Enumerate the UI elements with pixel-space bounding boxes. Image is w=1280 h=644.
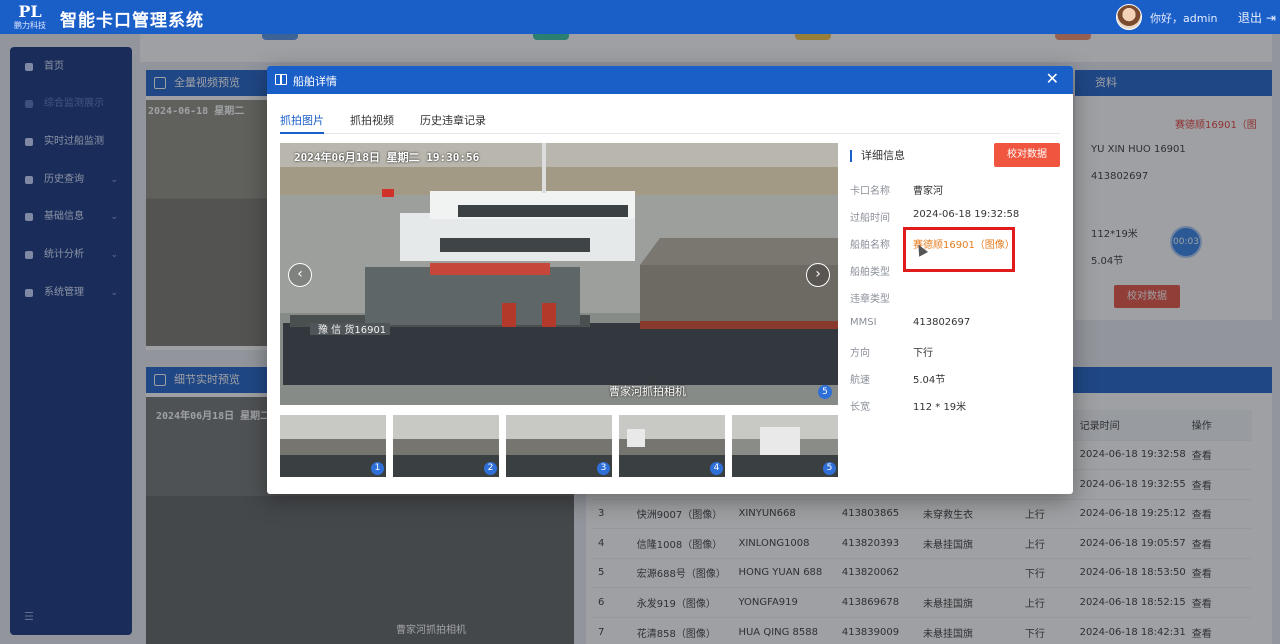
capture-photo[interactable]: 豫 信 货16901 2024年06月18日 星期二 19:30:56 曹家河抓… — [280, 143, 838, 405]
user-greeting: 你好，admin — [1150, 12, 1218, 25]
field-value-pass-time: 2024-06-18 19:32:58 — [913, 209, 1020, 220]
field-value-dimensions: 112 * 19米 — [913, 402, 967, 413]
logout-label: 退出 — [1238, 11, 1263, 25]
thumbnail[interactable]: 5 — [732, 415, 838, 477]
thumbnail-index: 5 — [823, 462, 836, 475]
thumbnail-index: 4 — [710, 462, 723, 475]
field-label-mmsi: MMSI — [850, 317, 877, 328]
thumbnail[interactable]: 3 — [506, 415, 612, 477]
thumbnail[interactable]: 1 — [280, 415, 386, 477]
field-value-mmsi: 413802697 — [913, 317, 971, 328]
tab-violation-history[interactable]: 历史违章记录 — [420, 112, 486, 134]
field-label-checkpoint: 卡口名称 — [850, 186, 890, 197]
detail-section-title: 详细信息 — [850, 150, 905, 162]
thumbnail-index: 2 — [484, 462, 497, 475]
thumbnail[interactable]: 4 — [619, 415, 725, 477]
avatar[interactable] — [1116, 4, 1142, 30]
ship-detail-modal: 船舶详情 ✕ 抓拍图片 抓拍视频 历史违章记录 豫 信 货16901 2024年… — [267, 66, 1073, 494]
field-label-pass-time: 过船时间 — [850, 213, 890, 224]
modal-title: 船舶详情 — [293, 75, 337, 88]
field-label-direction: 方向 — [850, 348, 870, 359]
field-value-direction: 下行 — [913, 348, 933, 359]
field-label-speed: 航速 — [850, 375, 870, 386]
book-icon — [275, 74, 287, 85]
top-bar: PL 鹏力科技 智能卡口管理系统 你好，admin 退出 ⇥ — [0, 0, 1280, 34]
photo-timestamp: 2024年06月18日 星期二 19:30:56 — [294, 151, 480, 164]
close-icon[interactable]: ✕ — [1046, 69, 1059, 88]
modal-tabs: 抓拍图片 抓拍视频 历史违章记录 — [280, 108, 1060, 134]
logout-button[interactable]: 退出 ⇥ — [1238, 9, 1276, 26]
logout-icon: ⇥ — [1265, 11, 1276, 25]
field-label-dimensions: 长宽 — [850, 402, 870, 413]
tab-videos[interactable]: 抓拍视频 — [350, 112, 394, 134]
hull-text: 豫 信 货16901 — [318, 323, 386, 336]
thumbnail[interactable]: 2 — [393, 415, 499, 477]
app-title: 智能卡口管理系统 — [60, 11, 204, 31]
ship-photo: 豫 信 货16901 — [280, 143, 838, 405]
field-value-speed: 5.04节 — [913, 375, 946, 386]
thumbnail-index: 1 — [371, 462, 384, 475]
photo-caption: 曹家河抓拍相机 — [609, 385, 686, 398]
field-label-violation-type: 违章类型 — [850, 294, 890, 305]
prev-photo-icon[interactable]: ‹ — [288, 263, 312, 287]
field-value-checkpoint: 曹家河 — [913, 186, 943, 197]
field-label-ship-type: 船舶类型 — [850, 267, 890, 278]
logo-text: 鹏力科技 — [14, 21, 46, 30]
next-photo-icon[interactable]: › — [806, 263, 830, 287]
thumbnail-index: 3 — [597, 462, 610, 475]
logo: PL 鹏力科技 — [10, 3, 50, 31]
calibrate-data-button[interactable]: 校对数据 — [994, 143, 1060, 167]
photo-index-badge: 5 — [818, 385, 832, 399]
field-label-ship-name: 船舶名称 — [850, 240, 890, 251]
tab-photos[interactable]: 抓拍图片 — [280, 112, 324, 134]
modal-header: 船舶详情 ✕ — [267, 66, 1073, 94]
